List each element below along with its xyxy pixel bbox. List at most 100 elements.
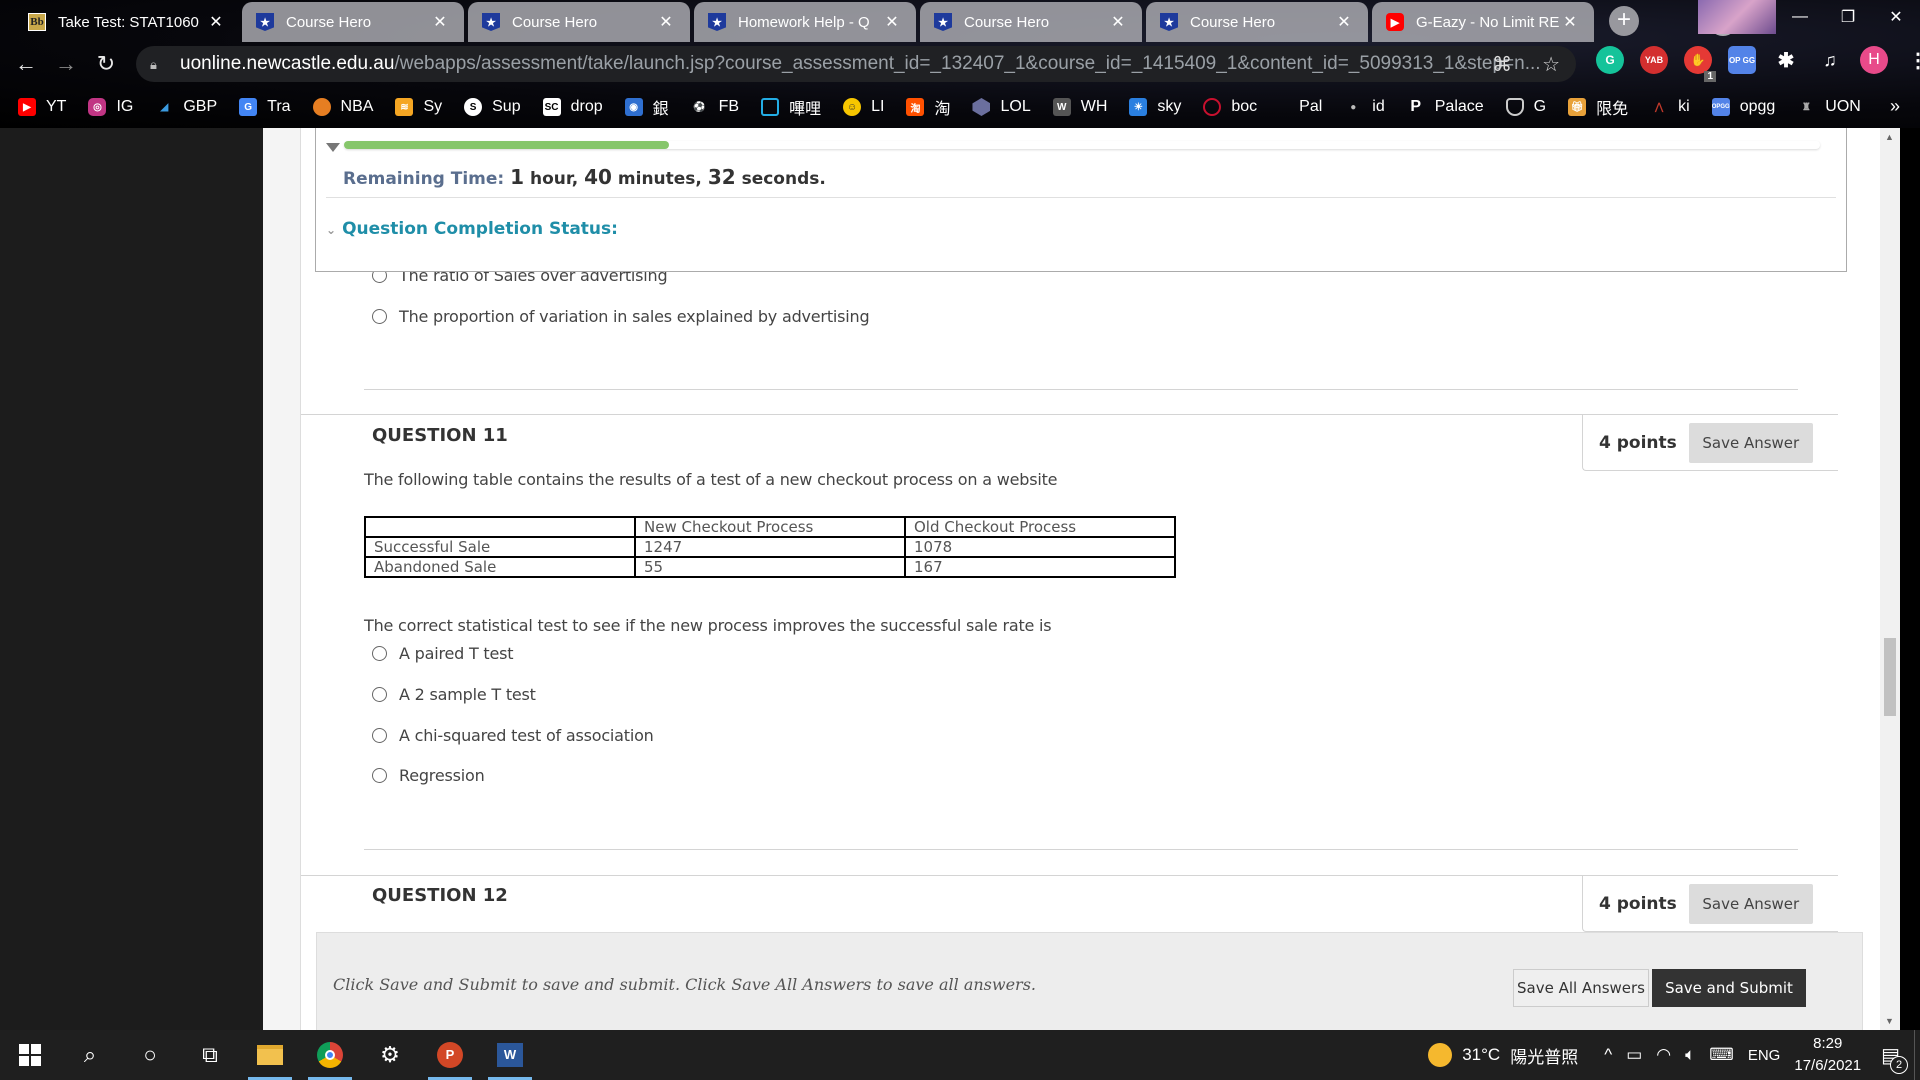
- collapse-triangle-icon[interactable]: [326, 143, 340, 152]
- bookmark-g[interactable]: G: [1505, 98, 1546, 116]
- radio-button[interactable]: [372, 646, 387, 661]
- settings-gear-icon[interactable]: ⚙: [360, 1030, 420, 1080]
- notification-center-icon[interactable]: ▤ 2: [1881, 1043, 1908, 1074]
- translate-icon[interactable]: ⌘: [1492, 52, 1512, 77]
- radio-button[interactable]: [372, 309, 387, 324]
- answer-option[interactable]: The proportion of variation in sales exp…: [372, 307, 870, 326]
- show-hidden-icons-chevron-icon[interactable]: ^: [1604, 1045, 1612, 1065]
- bookmark-id[interactable]: ● id: [1344, 98, 1384, 116]
- volume-icon[interactable]: 🔈︎: [1685, 1045, 1695, 1065]
- radio-button[interactable]: [372, 728, 387, 743]
- close-tab-icon[interactable]: ✕: [430, 12, 450, 32]
- bookmark-bank[interactable]: ◉ 銀: [624, 95, 669, 119]
- bookmark-tra[interactable]: G Tra: [239, 98, 291, 116]
- grammarly-icon[interactable]: G: [1596, 46, 1624, 74]
- save-answer-button[interactable]: Save Answer: [1688, 883, 1813, 924]
- wifi-icon[interactable]: ◠: [1656, 1045, 1671, 1065]
- scroll-down-arrow-icon[interactable]: ▼: [1885, 1016, 1894, 1026]
- tab-homework-help[interactable]: ★ Homework Help - Q ✕: [694, 2, 916, 42]
- word-icon[interactable]: W: [480, 1030, 540, 1080]
- question-completion-status-toggle[interactable]: ⌄ Question Completion Status:: [326, 219, 618, 239]
- close-tab-icon[interactable]: ✕: [656, 12, 676, 32]
- language-indicator[interactable]: ENG: [1748, 1047, 1781, 1064]
- radio-button[interactable]: [372, 687, 387, 702]
- scroll-up-arrow-icon[interactable]: ▲: [1885, 132, 1894, 142]
- close-tab-icon[interactable]: ✕: [1108, 12, 1128, 32]
- bookmark-nba[interactable]: NBA: [312, 98, 373, 116]
- bookmark-ig[interactable]: ◎ IG: [88, 98, 133, 116]
- menu-kebab-icon[interactable]: ⋮: [1904, 46, 1920, 74]
- bookmark-star-icon[interactable]: ☆: [1542, 52, 1560, 77]
- bookmark-ki[interactable]: ⋀ ki: [1650, 98, 1690, 116]
- cortana-icon[interactable]: ○: [120, 1030, 180, 1080]
- save-all-answers-button[interactable]: Save All Answers: [1513, 969, 1649, 1007]
- bookmark-yt[interactable]: ▶ YT: [18, 98, 66, 116]
- bookmark-sky[interactable]: ☀ sky: [1129, 98, 1181, 116]
- keyboard-icon[interactable]: ⌨: [1709, 1045, 1734, 1065]
- answer-option-chi-squared[interactable]: A chi-squared test of association: [372, 726, 654, 745]
- bookmark-lol[interactable]: LOL: [972, 98, 1031, 116]
- save-answer-button[interactable]: Save Answer: [1688, 422, 1813, 463]
- search-icon[interactable]: ⌕: [60, 1030, 120, 1080]
- bookmark-taobao[interactable]: 淘淘: [906, 95, 950, 119]
- tab-course-hero-4[interactable]: ★ Course Hero ✕: [1146, 2, 1368, 42]
- file-explorer-icon[interactable]: [240, 1030, 300, 1080]
- save-and-submit-button[interactable]: Save and Submit: [1652, 969, 1806, 1007]
- scrollbar-thumb[interactable]: [1884, 638, 1896, 716]
- profile-avatar[interactable]: H: [1860, 46, 1888, 74]
- show-desktop-button[interactable]: [1914, 1030, 1920, 1080]
- minimize-icon[interactable]: —: [1776, 0, 1824, 34]
- bookmark-sup[interactable]: S Sup: [464, 98, 521, 116]
- reload-icon[interactable]: ↻: [86, 46, 126, 82]
- bookmark-pal[interactable]: Pal: [1299, 98, 1322, 116]
- close-tab-icon[interactable]: ✕: [206, 12, 226, 32]
- close-tab-icon[interactable]: ✕: [882, 12, 902, 32]
- clock[interactable]: 8:29 17/6/2021: [1794, 1033, 1861, 1077]
- bookmarks-more-button[interactable]: »: [1890, 96, 1900, 117]
- bookmark-free[interactable]: 🎁︎ 限免: [1568, 95, 1628, 119]
- back-icon[interactable]: ←: [6, 46, 46, 82]
- weather-widget[interactable]: 31°C 陽光普照: [1428, 1043, 1578, 1068]
- chrome-icon[interactable]: [300, 1030, 360, 1080]
- opgg-icon[interactable]: OP GG: [1728, 46, 1756, 74]
- bookmark-wh[interactable]: W WH: [1052, 98, 1107, 116]
- tab-take-test[interactable]: Bb Take Test: STAT1060 ✕: [14, 2, 240, 42]
- bookmark-sy[interactable]: ≋ Sy: [395, 98, 442, 116]
- close-tab-icon[interactable]: ✕: [1560, 12, 1580, 32]
- bookmark-boc[interactable]: boc: [1203, 98, 1257, 116]
- adblock-icon[interactable]: ✋ 1: [1684, 46, 1716, 82]
- battery-icon[interactable]: ▭: [1626, 1045, 1642, 1065]
- media-control-icon[interactable]: ♫: [1816, 46, 1844, 74]
- address-bar[interactable]: 🔒︎ uonline.newcastle.edu.au /webapps/ass…: [136, 46, 1576, 82]
- tab-course-hero-1[interactable]: ★ Course Hero ✕: [242, 2, 464, 42]
- bookmark-uon[interactable]: ♜ UON: [1797, 98, 1861, 116]
- task-view-icon[interactable]: ⧉: [180, 1030, 240, 1080]
- answer-option-paired-t[interactable]: A paired T test: [372, 644, 514, 663]
- tab-course-hero-2[interactable]: ★ Course Hero ✕: [468, 2, 690, 42]
- yab-icon[interactable]: YAB: [1640, 46, 1668, 74]
- answer-option-regression[interactable]: Regression: [372, 766, 485, 785]
- close-tab-icon[interactable]: ✕: [1334, 12, 1354, 32]
- powerpoint-icon[interactable]: P: [420, 1030, 480, 1080]
- start-button[interactable]: [0, 1030, 60, 1080]
- bookmark-fb[interactable]: ⚽ FB: [691, 98, 739, 116]
- forward-icon[interactable]: →: [46, 46, 86, 82]
- close-window-icon[interactable]: ✕: [1872, 0, 1920, 34]
- radio-button[interactable]: [372, 768, 387, 783]
- time-progress-fill: [344, 141, 669, 149]
- tab-course-hero-3[interactable]: ★ Course Hero ✕: [920, 2, 1142, 42]
- extensions-puzzle-icon[interactable]: ✱: [1772, 46, 1800, 74]
- new-tab-button[interactable]: +: [1609, 6, 1639, 36]
- bookmark-gbp[interactable]: ◢ GBP: [155, 98, 217, 116]
- answer-option-2-sample-t[interactable]: A 2 sample T test: [372, 685, 536, 704]
- browser-toolbar: ← → ↻ 🔒︎ uonline.newcastle.edu.au /webap…: [0, 44, 1920, 84]
- bookmark-bilibili[interactable]: 嗶哩: [761, 95, 821, 119]
- tab-youtube[interactable]: ▶ G-Eazy - No Limit RE ✕: [1372, 2, 1594, 42]
- page-scrollbar[interactable]: ▲ ▼: [1880, 128, 1900, 1030]
- bookmark-drop[interactable]: SC drop: [542, 98, 603, 116]
- bookmark-li[interactable]: ☺ LI: [843, 98, 884, 116]
- restore-icon[interactable]: ❐: [1824, 0, 1872, 34]
- bookmark-palace[interactable]: P Palace: [1407, 98, 1483, 116]
- soundcloud-drop-icon: SC: [542, 98, 561, 116]
- bookmark-opgg[interactable]: OPGG opgg: [1711, 98, 1775, 116]
